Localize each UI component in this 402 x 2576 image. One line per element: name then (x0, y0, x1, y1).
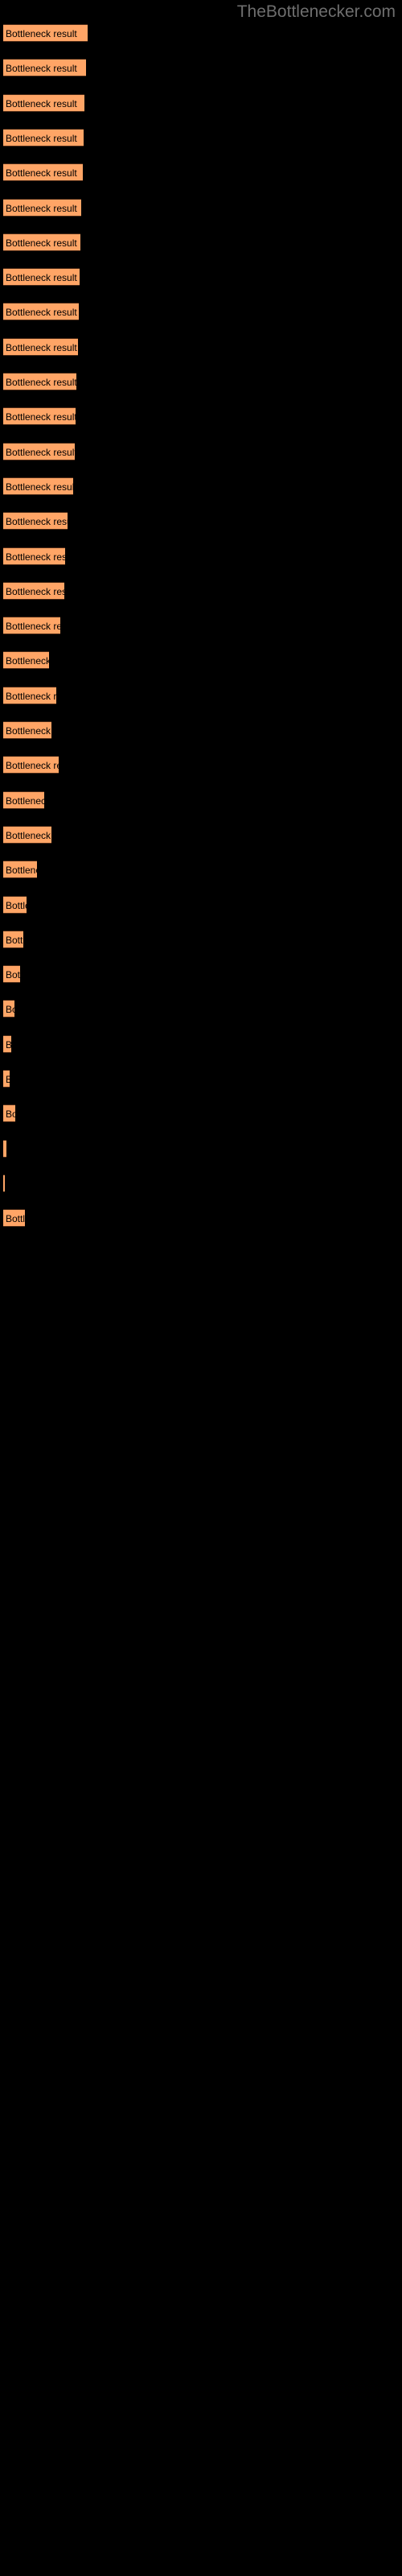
bar-label: Bottleneck result (6, 446, 75, 458)
bar-10[interactable]: Bottleneck result (3, 337, 78, 356)
bar-3[interactable]: Bottleneck result (3, 93, 84, 112)
bar-28[interactable]: Bottleneck result (3, 965, 20, 984)
bar-8[interactable]: Bottleneck result (3, 268, 80, 287)
bar-25[interactable]: Bottleneck result (3, 861, 37, 879)
bar-29[interactable]: Bottleneck result (3, 1000, 14, 1018)
bar-label: Bottleneck result (6, 202, 77, 214)
bar-label: Bottleneck result (6, 237, 77, 249)
bar-33[interactable]: Bottleneck result (3, 1139, 6, 1158)
bar-label: Bottleneck result (6, 307, 77, 319)
bar-11[interactable]: Bottleneck result (3, 373, 76, 390)
bar-label: Bottleneck result (6, 1036, 11, 1052)
bar-6[interactable]: Bottleneck result (3, 198, 81, 217)
bar-label: Bottleneck result (6, 97, 77, 109)
bar-label: Bottleneck result (6, 690, 56, 702)
bar-label: Bottleneck result (6, 585, 64, 597)
bar-label: Bottleneck result (6, 377, 76, 388)
bar-label: Bottleneck result (6, 969, 20, 981)
bar-14[interactable]: Bottleneck result (3, 477, 73, 495)
bar-5[interactable]: Bottleneck result (3, 163, 83, 182)
bar-20[interactable]: Bottleneck result (3, 686, 56, 704)
bar-26[interactable]: Bottleneck result (3, 895, 27, 914)
bar-label: Bottleneck result (6, 865, 37, 877)
bar-label: Bottleneck result (6, 899, 27, 911)
bar-label: Bottleneck result (6, 132, 77, 144)
bar-label: Bottleneck result (6, 1004, 14, 1016)
bar-label: Bottleneck result (6, 829, 51, 841)
bar-label: Bottleneck result (6, 795, 44, 807)
bar-9[interactable]: Bottleneck result (3, 303, 79, 321)
bar-label: Bottleneck result (6, 760, 59, 772)
bar-label: Bottleneck result (6, 1108, 15, 1121)
bar-15[interactable]: Bottleneck result (3, 512, 68, 530)
bar-label: Bottleneck result (6, 481, 73, 493)
bar-13[interactable]: Bottleneck result (3, 442, 75, 460)
bar-label: Bottleneck result (6, 516, 68, 528)
bar-31[interactable]: Bottleneck result (3, 1070, 10, 1088)
bar-27[interactable]: Bottleneck result (3, 930, 23, 948)
bar-34[interactable]: Bottleneck result (3, 1174, 5, 1192)
bar-30[interactable]: Bottleneck result (3, 1034, 11, 1053)
bar-label: Bottleneck result (6, 655, 49, 667)
bar-label: Bottleneck result (6, 63, 77, 75)
bar-18[interactable]: Bottleneck result (3, 617, 60, 635)
bar-label: Bottleneck result (6, 167, 77, 180)
bar-19[interactable]: Bottleneck result (3, 651, 49, 670)
bar-label: Bottleneck result (6, 411, 76, 423)
bar-label: Bottleneck result (6, 341, 77, 353)
bar-32[interactable]: Bottleneck result (3, 1104, 15, 1123)
bar-21[interactable]: Bottleneck result (3, 721, 51, 739)
bar-1[interactable]: Bottleneck result (3, 24, 88, 42)
bar-4[interactable]: Bottleneck result (3, 128, 84, 147)
bar-16[interactable]: Bottleneck result (3, 547, 65, 565)
bar-17[interactable]: Bottleneck result (3, 581, 64, 600)
bar-label: Bottleneck result (6, 621, 60, 633)
bar-2[interactable]: Bottleneck result (3, 59, 86, 77)
bar-label: Bottleneck result (6, 1213, 25, 1225)
bar-label: Bottleneck result (6, 551, 65, 563)
bar-12[interactable]: Bottleneck result (3, 407, 76, 426)
bar-label: Bottleneck result (6, 28, 77, 39)
site-watermark: TheBottlenecker.com (236, 2, 396, 21)
bar-label: Bottleneck result (6, 272, 77, 284)
bar-7[interactable]: Bottleneck result (3, 233, 80, 251)
bar-22[interactable]: Bottleneck result (3, 756, 59, 774)
bar-label: Bottleneck result (6, 725, 51, 737)
bar-35[interactable]: Bottleneck result (3, 1209, 25, 1228)
bar-label: Bottleneck result (6, 1071, 10, 1087)
bar-23[interactable]: Bottleneck result (3, 791, 44, 809)
bar-label: Bottleneck result (6, 934, 23, 946)
bar-24[interactable]: Bottleneck result (3, 825, 51, 844)
bar-chart: TheBottlenecker.com Bottleneck result Bot… (0, 0, 402, 2576)
